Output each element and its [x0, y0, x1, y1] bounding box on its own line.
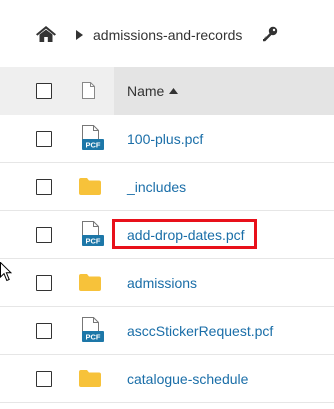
file-name-link[interactable]: add-drop-dates.pcf — [127, 226, 245, 244]
mouse-cursor-icon — [0, 262, 12, 282]
select-all-checkbox[interactable] — [36, 83, 52, 99]
folder-icon — [79, 178, 101, 195]
file-name-link[interactable]: 100-plus.pcf — [127, 130, 203, 148]
row-checkbox[interactable] — [36, 371, 52, 387]
row-checkbox[interactable] — [36, 323, 52, 339]
folder-icon — [79, 274, 101, 291]
pcf-badge-label: PCF — [86, 333, 101, 342]
table-row[interactable]: PCF asccStickerRequest.pcf — [0, 307, 334, 355]
file-browser: admissions-and-records Name PCF 100-plus.… — [0, 0, 334, 409]
file-type-icon — [82, 82, 95, 99]
breadcrumb-separator-icon — [76, 30, 83, 40]
file-name-link[interactable]: admissions — [127, 274, 197, 292]
name-column-label[interactable]: Name — [127, 82, 164, 100]
row-checkbox[interactable] — [36, 131, 52, 147]
file-name-link[interactable]: asccStickerRequest.pcf — [127, 322, 273, 340]
table-row[interactable]: admissions — [0, 259, 334, 307]
file-name-link[interactable]: catalogue-schedule — [127, 370, 248, 388]
file-list: PCF 100-plus.pcf _includes PCF add-drop-date… — [0, 115, 334, 403]
pcf-file-icon: PCF — [82, 221, 104, 246]
breadcrumb: admissions-and-records — [0, 0, 334, 67]
breadcrumb-current[interactable]: admissions-and-records — [93, 26, 242, 44]
table-row[interactable]: PCF 100-plus.pcf — [0, 115, 334, 163]
pcf-file-icon: PCF — [82, 125, 104, 150]
table-row[interactable]: catalogue-schedule — [0, 355, 334, 403]
pcf-badge-label: PCF — [86, 237, 101, 246]
table-row[interactable]: _includes — [0, 163, 334, 211]
table-header: Name — [0, 67, 334, 115]
row-checkbox[interactable] — [36, 179, 52, 195]
table-row[interactable]: PCF add-drop-dates.pcf — [0, 211, 334, 259]
file-table: Name PCF 100-plus.pcf _includes PCF add-drop… — [0, 67, 334, 403]
sort-ascending-icon[interactable] — [169, 88, 178, 94]
file-name-link[interactable]: _includes — [127, 178, 186, 196]
folder-icon — [79, 370, 101, 387]
row-checkbox[interactable] — [36, 275, 52, 291]
pcf-file-icon: PCF — [82, 317, 104, 342]
pcf-badge-label: PCF — [86, 141, 101, 150]
key-icon[interactable] — [262, 26, 278, 42]
home-icon[interactable] — [36, 26, 56, 42]
row-checkbox[interactable] — [36, 227, 52, 243]
